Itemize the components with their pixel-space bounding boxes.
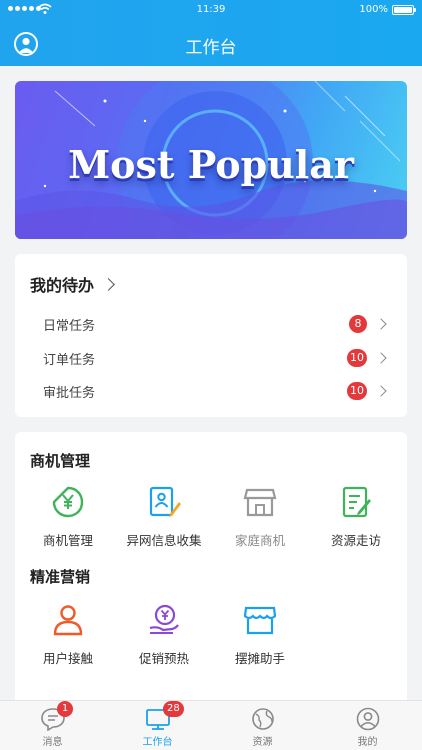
todo-header[interactable]: 我的待办	[30, 272, 115, 296]
todo-item-label: 审批任务	[43, 386, 96, 401]
tab-label: 资源	[252, 737, 273, 748]
todo-card: 我的待办 日常任务 8 订单任务 10 审批任务 10	[15, 254, 407, 417]
promo-banner[interactable]: Most Popular	[15, 81, 407, 239]
tab-label: 工作台	[142, 737, 173, 748]
tab-badge: 28	[163, 701, 184, 717]
tab-label: 我的	[357, 737, 378, 748]
grid-item-label: 家庭商机	[234, 533, 285, 548]
tab-label: 消息	[42, 737, 63, 748]
grid-item-user-contact[interactable]: 用户接触	[19, 602, 117, 667]
user-circle-icon	[356, 707, 380, 731]
todo-item-label: 日常任务	[43, 319, 96, 334]
business-section-title: 商机管理	[30, 452, 91, 470]
header-bar: 11:39 100% 工作台	[0, 0, 422, 66]
count-badge: 8	[349, 315, 367, 333]
count-badge: 10	[347, 349, 367, 367]
tab-messages[interactable]: 1 消息	[0, 701, 105, 750]
count-badge: 10	[347, 382, 367, 400]
chevron-right-icon	[375, 318, 387, 330]
chevron-right-icon	[375, 385, 387, 397]
grid-item-family-business[interactable]: 家庭商机	[211, 484, 309, 549]
tab-resources[interactable]: 资源	[210, 701, 315, 750]
battery-icon	[392, 5, 416, 15]
tab-workbench[interactable]: 28 工作台	[105, 701, 210, 750]
chevron-right-icon	[375, 352, 387, 364]
grid-item-label: 促销预热	[138, 651, 189, 666]
banner-title: Most Popular	[68, 142, 354, 187]
chevron-right-icon	[102, 277, 115, 291]
page-title: 工作台	[185, 38, 237, 58]
bottom-tab-bar: 1 消息 28 工作台 资源 我的	[0, 700, 422, 750]
grid-item-label: 用户接触	[42, 651, 93, 666]
coin-hand-icon	[149, 604, 179, 634]
globe-icon	[252, 708, 274, 730]
todo-item-daily[interactable]: 日常任务 8	[15, 309, 407, 339]
todo-item-order[interactable]: 订单任务 10	[15, 343, 407, 373]
todo-item-label: 订单任务	[43, 353, 96, 368]
todo-title: 我的待办	[30, 276, 95, 295]
marketing-section-title: 精准营销	[30, 568, 91, 586]
tab-profile[interactable]: 我的	[315, 701, 420, 750]
shop-icon	[243, 488, 277, 517]
id-card-pen-icon	[149, 486, 181, 517]
grid-item-label: 异网信息收集	[126, 533, 202, 548]
yuan-leaf-icon	[52, 486, 84, 518]
status-bar: 11:39 100%	[0, 0, 422, 22]
grid-item-label: 摆摊助手	[234, 651, 285, 666]
grid-item-label: 商机管理	[42, 533, 93, 548]
grid-item-stall-assistant[interactable]: 摆摊助手	[211, 602, 309, 667]
tab-badge: 1	[57, 701, 73, 717]
business-card: 商机管理 商机管理 异网信息收集 家庭商机 资源走访 精准营销 用户接触 促销预…	[15, 432, 407, 707]
grid-item-other-network[interactable]: 异网信息收集	[115, 484, 213, 549]
user-icon	[53, 605, 83, 636]
document-edit-icon	[342, 486, 371, 518]
grid-item-promotion-warmup[interactable]: 促销预热	[115, 602, 213, 667]
grid-item-resource-visit[interactable]: 资源走访	[307, 484, 405, 549]
grid-item-business-mgmt[interactable]: 商机管理	[19, 484, 117, 549]
stall-icon	[243, 606, 277, 635]
todo-item-approval[interactable]: 审批任务 10	[15, 376, 407, 406]
battery-percent: 100%	[359, 4, 388, 15]
grid-item-label: 资源走访	[330, 533, 381, 548]
